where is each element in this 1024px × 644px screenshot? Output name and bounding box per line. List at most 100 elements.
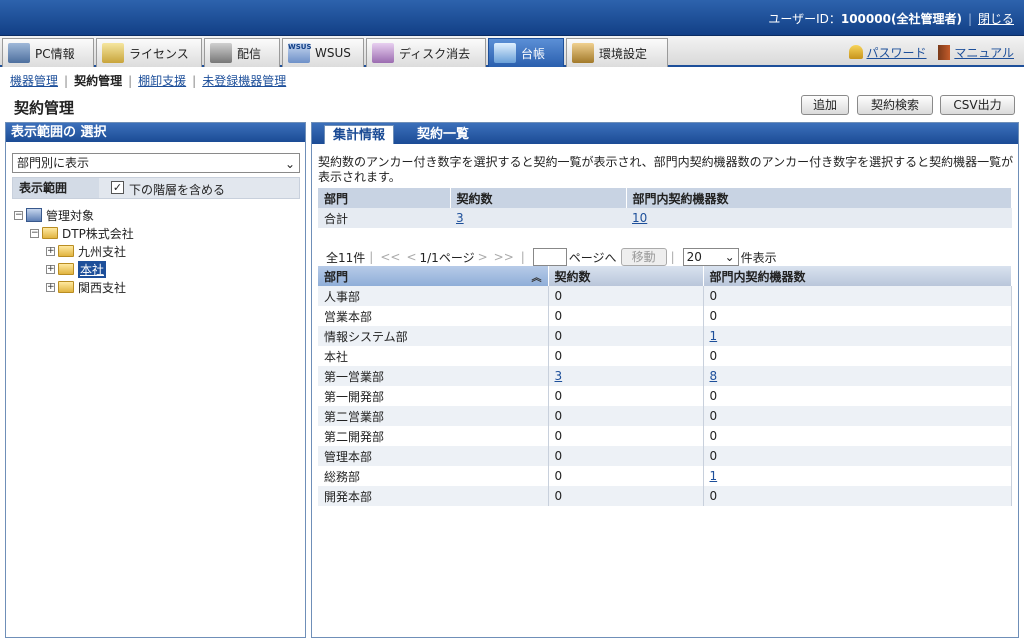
devices-link[interactable]: 1: [710, 469, 718, 483]
close-link[interactable]: 閉じる: [978, 12, 1014, 26]
tab-summary[interactable]: 集計情報: [324, 125, 395, 144]
subnav-contract-mgmt: 契約管理: [74, 74, 123, 88]
total-contracts-cell: 3: [450, 208, 626, 228]
key-icon: [848, 45, 863, 59]
expand-icon[interactable]: +: [46, 264, 55, 274]
contracts-value: 0: [554, 289, 563, 303]
dept-cell: 第一開発部: [318, 386, 549, 406]
contract-search-button[interactable]: 契約検索: [857, 95, 933, 115]
contracts-link[interactable]: 3: [555, 369, 563, 383]
contracts-cell: 0: [548, 306, 704, 326]
devices-cell: 0: [703, 426, 1012, 446]
expand-icon[interactable]: +: [46, 282, 55, 292]
tree-node-kansai[interactable]: + 関西支社: [46, 279, 126, 295]
page-number-input[interactable]: [532, 248, 567, 266]
dept-cell: 営業本部: [318, 306, 549, 326]
devices-cell: 0: [703, 386, 1012, 406]
tab-label: ディスク消去: [399, 46, 471, 61]
tree-node-honsha[interactable]: + 本社: [46, 260, 107, 278]
next-page-icon[interactable]: >: [478, 250, 488, 264]
devices-value: 0: [709, 349, 718, 363]
tab-license[interactable]: ライセンス: [96, 38, 202, 67]
page-size-select[interactable]: 20 ⌄: [682, 248, 739, 266]
tab-distribution[interactable]: 配信: [204, 38, 280, 67]
collapse-icon[interactable]: −: [30, 228, 39, 238]
contracts-value: 0: [554, 389, 563, 403]
table-row: 第二営業部 0 0: [318, 406, 1012, 426]
include-lower-checkbox[interactable]: ✓: [111, 181, 124, 194]
total-contracts-link[interactable]: 3: [456, 211, 464, 225]
tab-label: PC情報: [35, 46, 75, 61]
tree-node-root[interactable]: − 管理対象: [14, 207, 94, 223]
collapse-icon[interactable]: −: [14, 210, 23, 220]
user-id-label: ユーザーID：: [768, 12, 841, 26]
devices-cell: 1: [703, 326, 1012, 346]
tree-label: DTP株式会社: [62, 226, 134, 241]
contracts-cell: 0: [548, 326, 704, 346]
subnav-inventory[interactable]: 棚卸支援: [138, 74, 186, 88]
table-row: 第一開発部 0 0: [318, 386, 1012, 406]
sort-ascending-icon[interactable]: ︽: [532, 269, 542, 284]
tree-label: 関西支社: [78, 280, 127, 295]
tab-wsus[interactable]: WSUS WSUS: [282, 38, 364, 67]
tree-node-company[interactable]: − DTP株式会社: [30, 225, 134, 241]
tree-node-kyushu[interactable]: + 九州支社: [46, 243, 126, 259]
column-header-contracts[interactable]: 契約数: [548, 266, 704, 286]
tab-ledger[interactable]: 台帳: [488, 38, 564, 67]
subnav-device-mgmt[interactable]: 機器管理: [10, 74, 58, 88]
tab-pc-info[interactable]: PC情報: [2, 38, 94, 67]
first-page-icon[interactable]: <<: [380, 250, 400, 264]
column-header: 契約数: [450, 188, 627, 208]
folder-icon: [58, 281, 74, 293]
dept-cell: 総務部: [318, 466, 549, 486]
subnav-unregistered[interactable]: 未登録機器管理: [202, 74, 286, 88]
display-mode-select[interactable]: 部門別に表示 ⌄: [12, 153, 300, 173]
table-row: 第二開発部 0 0: [318, 426, 1012, 446]
devices-link[interactable]: 1: [710, 329, 718, 343]
page-to-label: ページへ: [568, 250, 617, 265]
page-size-value: 20: [686, 250, 702, 264]
prev-page-icon[interactable]: <: [406, 250, 416, 264]
chevron-down-icon: ⌄: [284, 157, 295, 171]
dept-cell: 第一営業部: [318, 366, 549, 386]
tab-settings[interactable]: 環境設定: [566, 38, 668, 67]
total-devices-link[interactable]: 10: [632, 211, 647, 225]
main-tabbar: PC情報 ライセンス 配信 WSUS WSUS ディスク消去 台帳 環境設定 パス…: [0, 36, 1024, 67]
add-button[interactable]: 追加: [801, 95, 849, 115]
manual-link[interactable]: マニュアル: [954, 46, 1014, 60]
tab-contract-list[interactable]: 契約一覧: [409, 125, 477, 144]
tab-disk-erase[interactable]: ディスク消去: [366, 38, 486, 67]
range-options: 表示範囲 ✓ 下の階層を含める: [12, 177, 300, 199]
contracts-value: 0: [554, 469, 563, 483]
move-button[interactable]: 移動: [620, 248, 667, 266]
tree-label-selected[interactable]: 本社: [78, 260, 107, 278]
devices-value: 0: [709, 429, 718, 443]
last-page-icon[interactable]: >>: [494, 250, 514, 264]
dept-value: 第二営業部: [324, 409, 385, 424]
ledger-icon: [494, 43, 516, 63]
app-header: ユーザーID：100000(全社管理者) | 閉じる: [0, 0, 1024, 36]
dept-cell: 第二開発部: [318, 426, 549, 446]
dept-cell: 人事部: [318, 286, 549, 306]
table-row: 総務部 0 1: [318, 466, 1012, 486]
devices-link[interactable]: 8: [710, 369, 718, 383]
list-header-row: 部門 ︽ 契約数 部門内契約機器数: [318, 266, 1012, 286]
csv-export-button[interactable]: CSV出力: [940, 95, 1015, 115]
dept-cell: 管理本部: [318, 446, 549, 466]
devices-cell: 0: [703, 306, 1012, 326]
dept-cell: 情報システム部: [318, 326, 549, 346]
dept-value: 開発本部: [324, 489, 373, 504]
contracts-value: 0: [554, 449, 563, 463]
column-header-dept[interactable]: 部門 ︽: [318, 266, 549, 286]
tree-label: 管理対象: [46, 208, 95, 223]
contracts-cell: 0: [548, 286, 704, 306]
user-info: ユーザーID：100000(全社管理者) | 閉じる: [768, 10, 1014, 27]
expand-icon[interactable]: +: [46, 246, 55, 256]
dept-value: 第二開発部: [324, 429, 385, 444]
dept-value: 総務部: [324, 469, 361, 484]
column-header-devices[interactable]: 部門内契約機器数: [703, 266, 1012, 286]
password-link[interactable]: パスワード: [867, 46, 927, 60]
total-label: 合計: [318, 208, 450, 228]
contracts-value: 0: [554, 429, 563, 443]
tab-label: 台帳: [521, 46, 546, 61]
